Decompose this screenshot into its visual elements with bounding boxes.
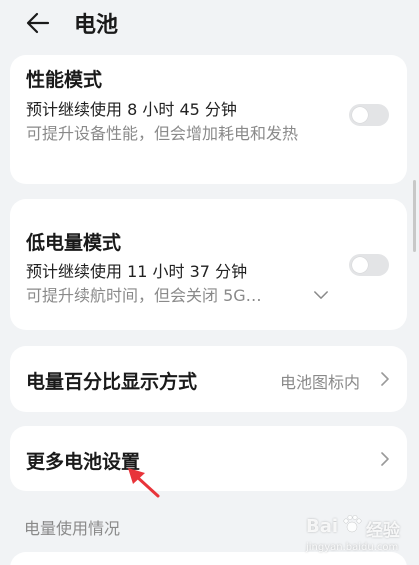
watermark-logo: Bai 经验 jingyan.baidu.com [300, 508, 415, 558]
performance-mode-toggle[interactable] [349, 104, 389, 126]
battery-percentage-label: 电量百分比显示方式 [26, 371, 198, 393]
battery-percentage-row[interactable]: 电量百分比显示方式 电池图标内 [10, 346, 407, 412]
page-title: 电池 [74, 13, 119, 38]
toggle-knob [352, 107, 368, 123]
performance-mode-description: 可提升设备性能，但会增加耗电和发热 [26, 124, 299, 143]
chevron-right-icon [381, 452, 389, 466]
performance-mode-title: 性能模式 [26, 69, 103, 91]
low-power-mode-estimate: 预计继续使用 11 小时 37 分钟 [26, 262, 248, 281]
chevron-down-icon[interactable] [314, 291, 328, 300]
low-power-mode-card: 低电量模式 预计继续使用 11 小时 37 分钟 可提升续航时间，但会关闭 5G… [10, 199, 407, 330]
scrollbar[interactable] [413, 180, 416, 252]
paw-icon [343, 515, 362, 533]
low-power-mode-description: 可提升续航时间，但会关闭 5G… [26, 286, 262, 305]
usage-section-label: 电量使用情况 [24, 519, 121, 538]
more-battery-settings-row[interactable]: 更多电池设置 [10, 426, 407, 491]
low-power-mode-toggle[interactable] [349, 254, 389, 276]
performance-mode-estimate: 预计继续使用 8 小时 45 分钟 [26, 100, 237, 119]
watermark-suffix: 经验 [366, 521, 400, 541]
battery-percentage-value: 电池图标内 [280, 373, 361, 392]
watermark-brand: Bai [306, 516, 339, 537]
toggle-knob [352, 257, 368, 273]
annotation-arrow-icon [128, 468, 160, 498]
watermark-domain: jingyan.baidu.com [306, 542, 399, 553]
header: 电池 [0, 0, 419, 46]
performance-mode-card: 性能模式 预计继续使用 8 小时 45 分钟 可提升设备性能，但会增加耗电和发热 [10, 55, 407, 184]
low-power-mode-title: 低电量模式 [26, 232, 122, 254]
battery-settings-page: 电池 性能模式 预计继续使用 8 小时 45 分钟 可提升设备性能，但会增加耗电… [0, 0, 419, 565]
chevron-right-icon [381, 372, 389, 386]
back-arrow-icon[interactable] [24, 9, 52, 37]
